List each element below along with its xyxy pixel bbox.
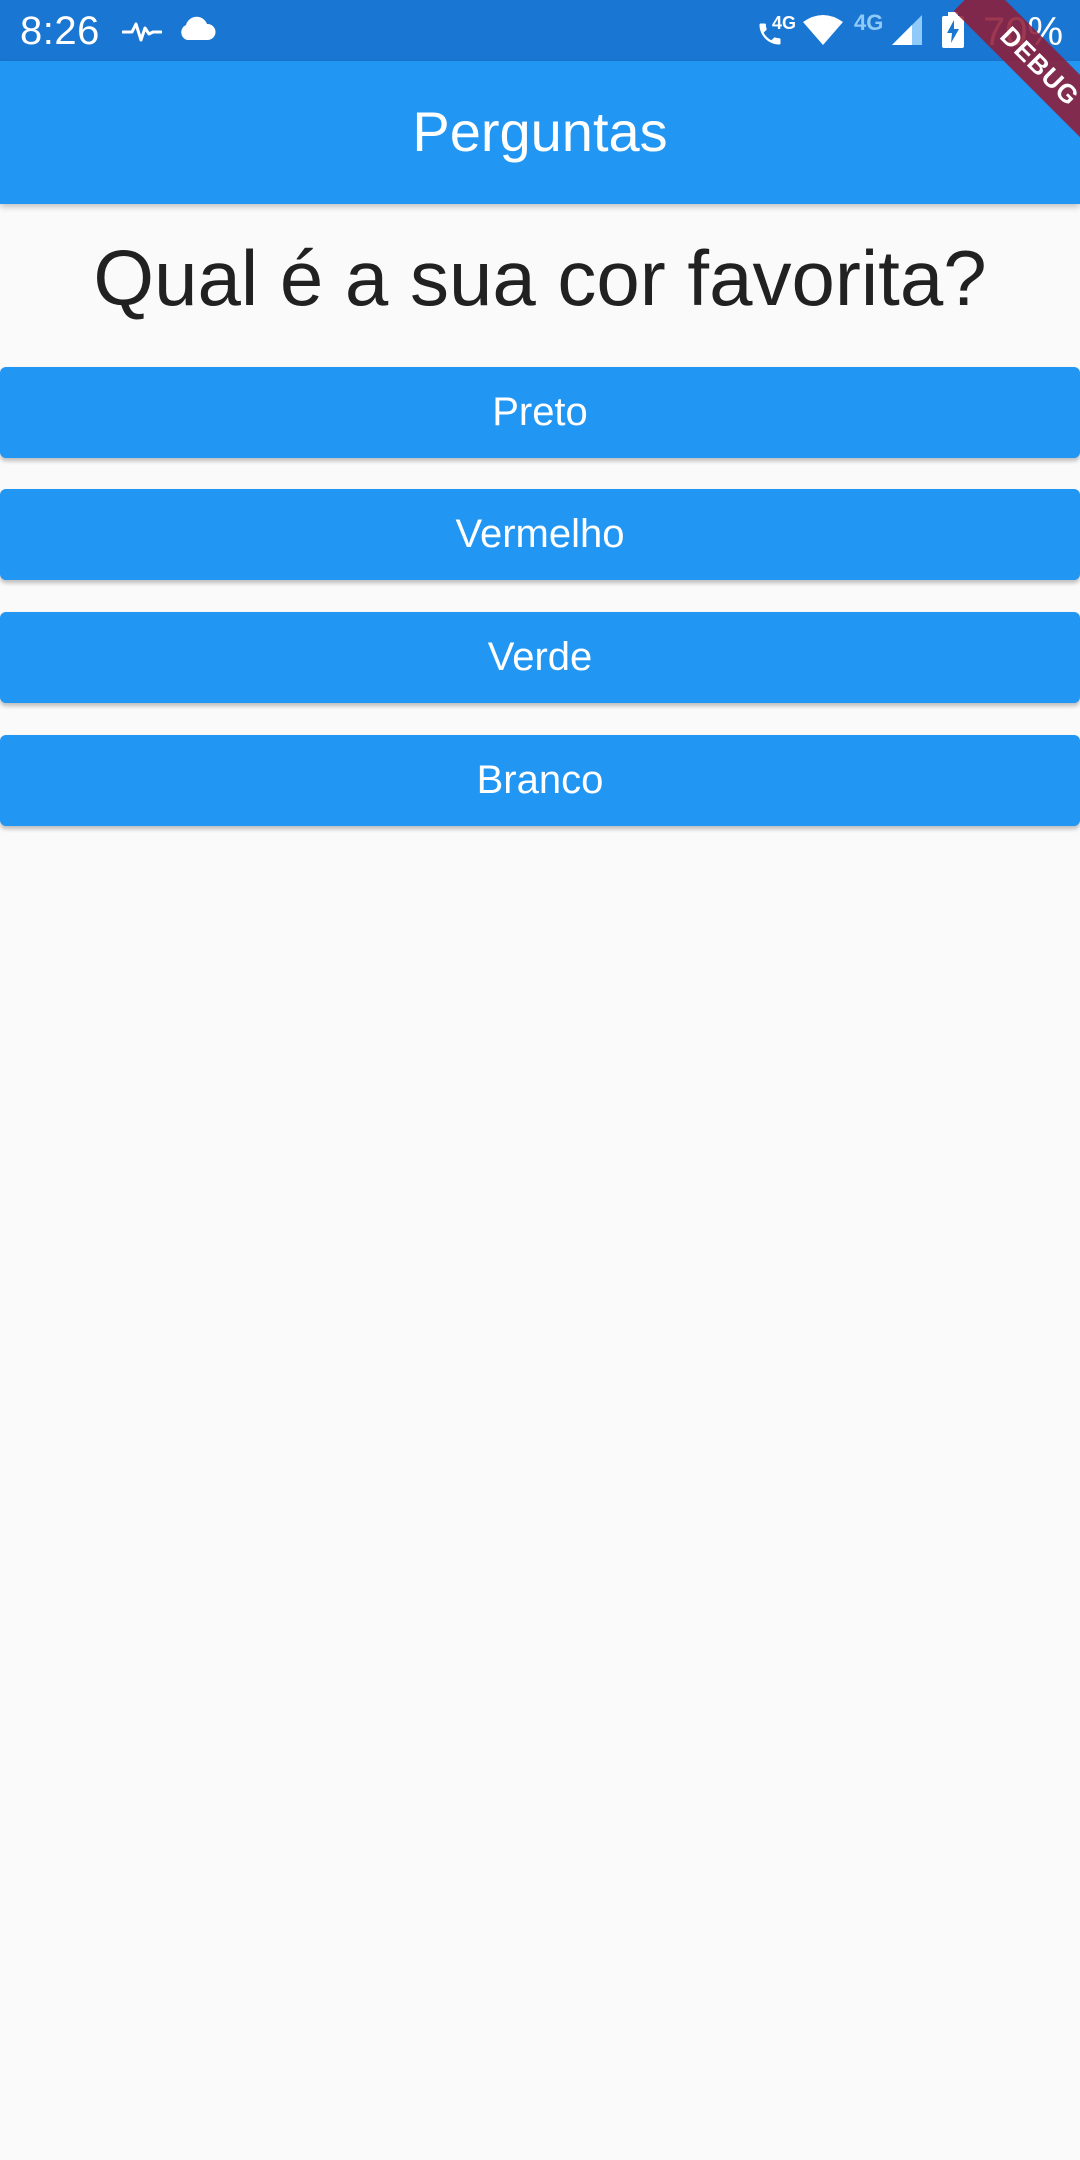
wifi-icon bbox=[803, 15, 843, 45]
answer-button-verde[interactable]: Verde bbox=[0, 612, 1080, 703]
app-bar: Perguntas bbox=[0, 61, 1080, 204]
call-tech-label: 4G bbox=[772, 13, 797, 33]
status-bar: 8:26 4G 4G 70% bbox=[0, 0, 1080, 61]
signal-icon bbox=[892, 15, 922, 45]
answer-button-branco[interactable]: Branco bbox=[0, 735, 1080, 826]
question-text: Qual é a sua cor favorita? bbox=[93, 234, 987, 322]
activity-icon bbox=[122, 22, 162, 42]
cloud-icon bbox=[181, 16, 216, 40]
battery-percent: 70% bbox=[983, 10, 1064, 54]
page-title: Perguntas bbox=[412, 100, 668, 163]
answer-button-vermelho[interactable]: Vermelho bbox=[0, 489, 1080, 580]
status-time: 8:26 bbox=[20, 9, 100, 53]
battery-charging-icon bbox=[942, 12, 964, 48]
answer-button-preto[interactable]: Preto bbox=[0, 367, 1080, 458]
mobile-tech-label: 4G bbox=[854, 10, 884, 35]
